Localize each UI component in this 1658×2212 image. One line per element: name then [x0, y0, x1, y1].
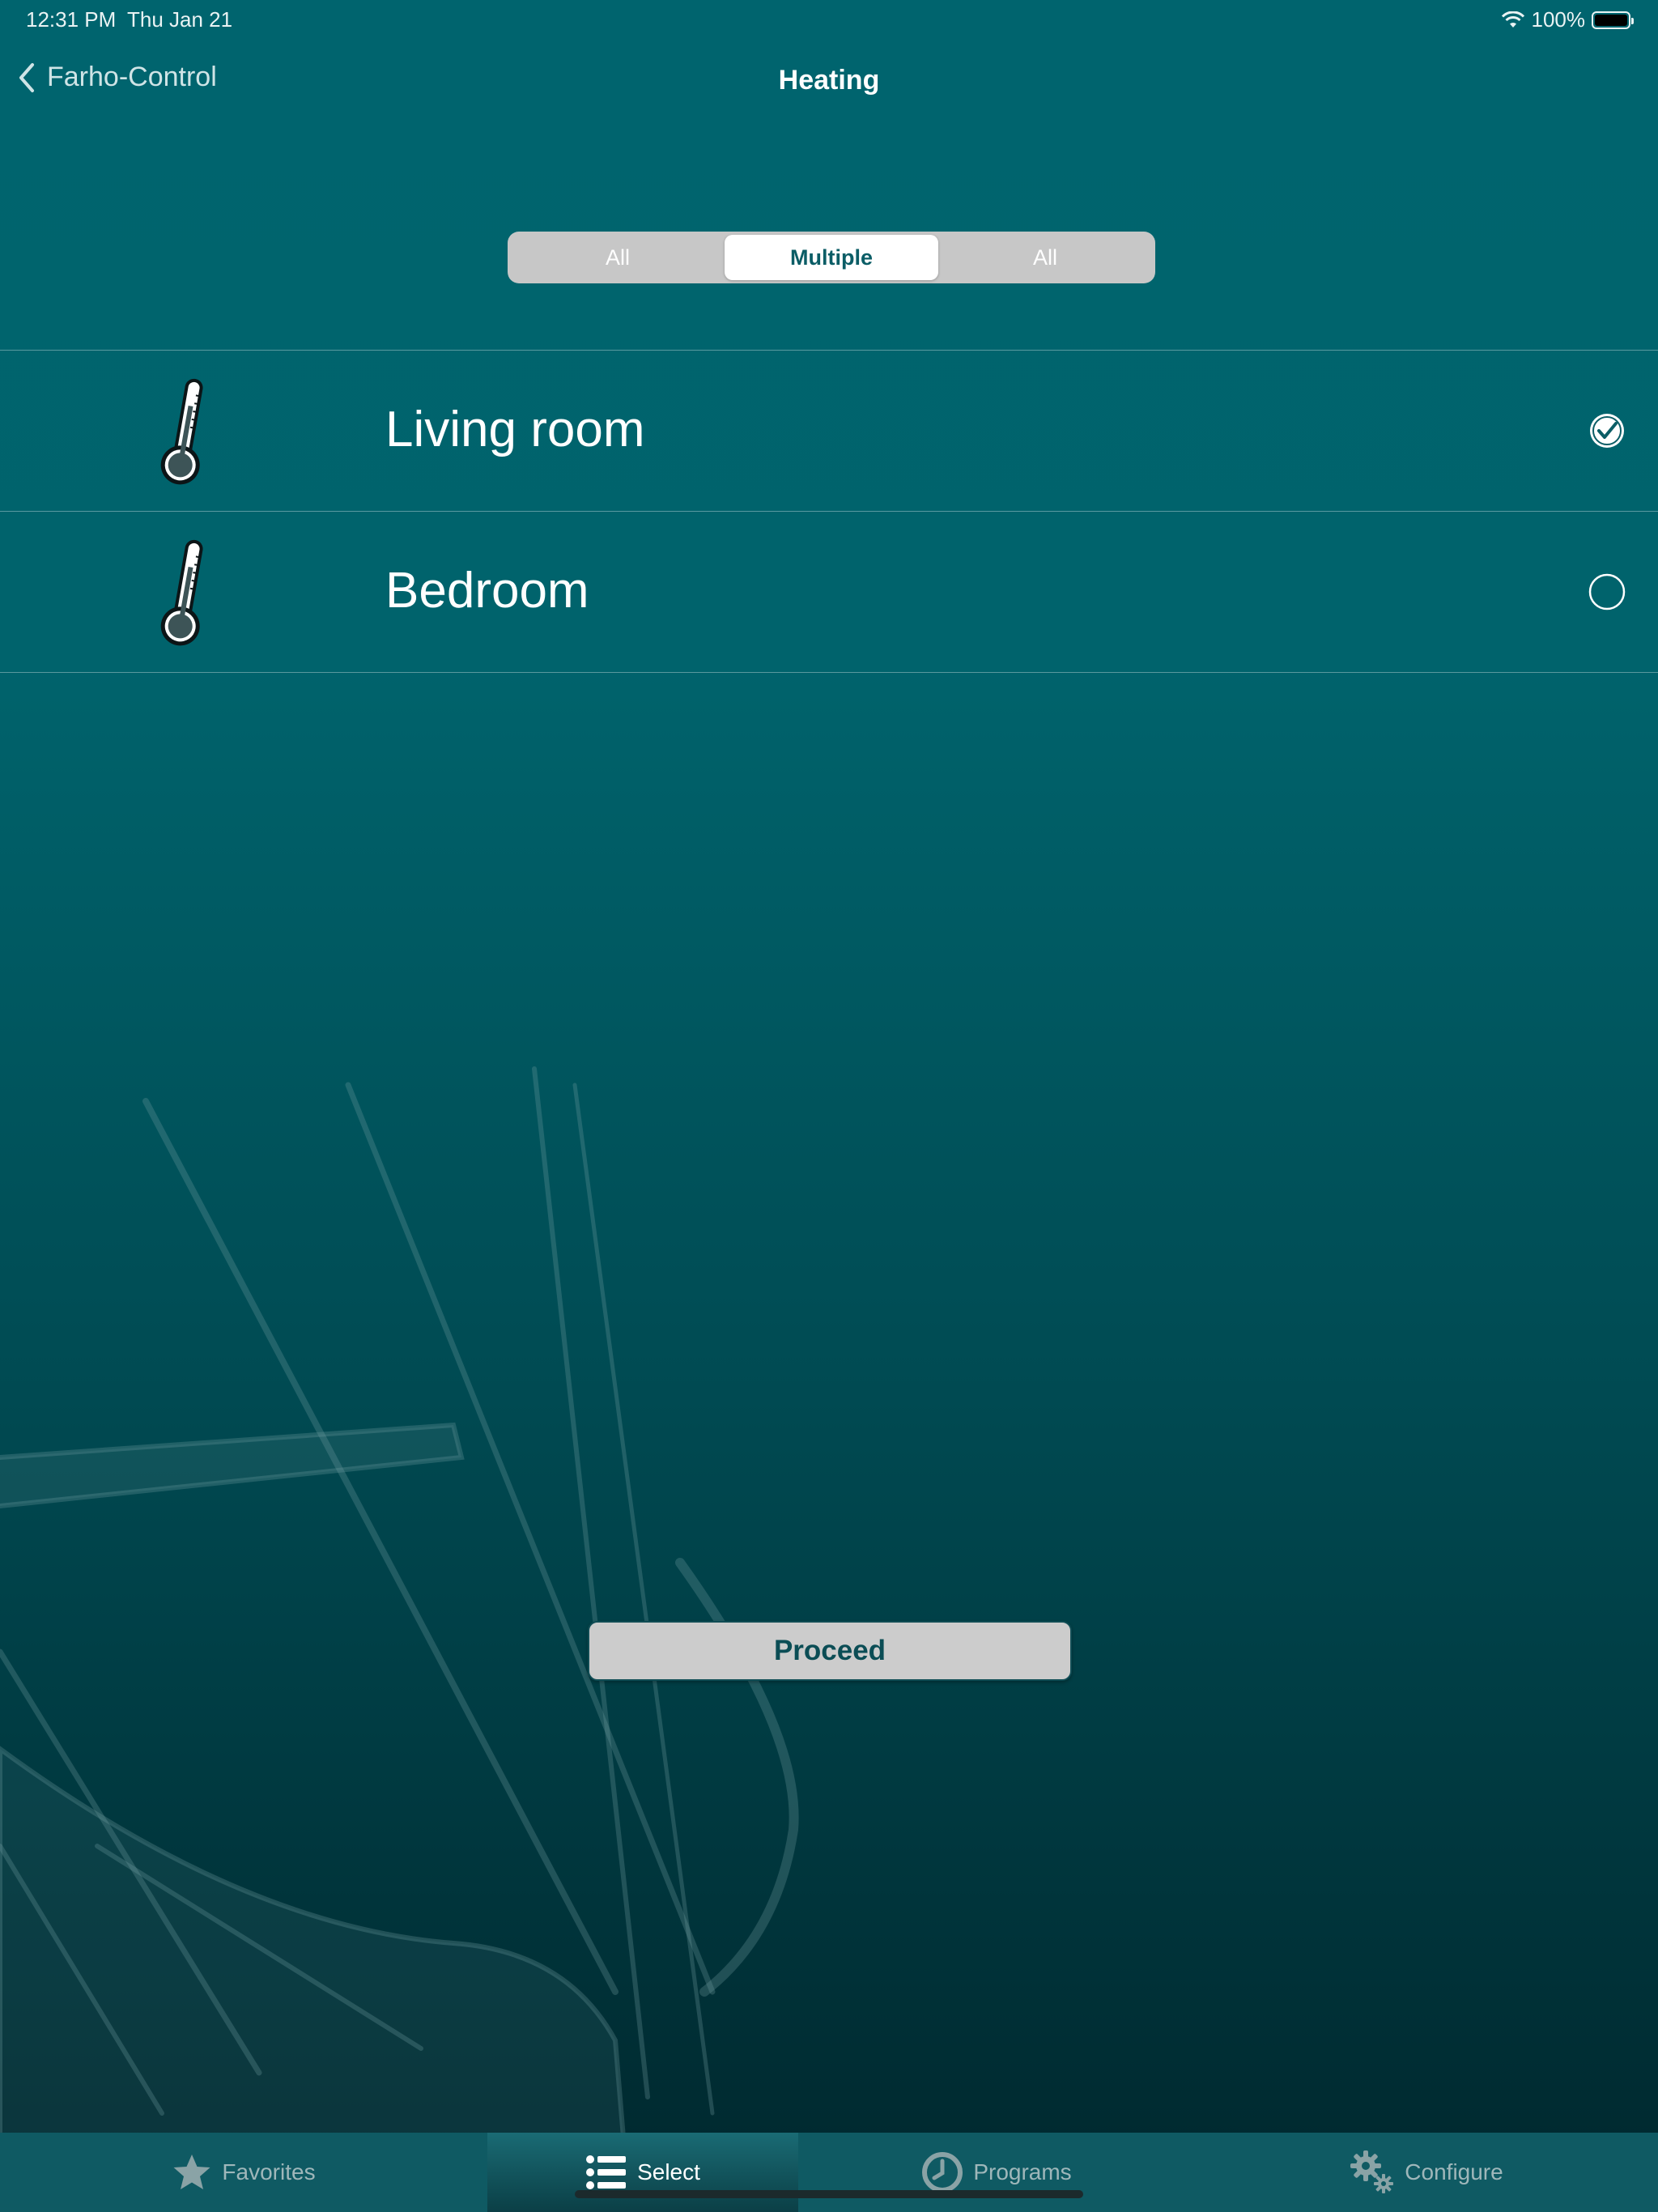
thermometer-icon [160, 378, 203, 485]
status-date: Thu Jan 21 [127, 7, 233, 32]
segment-all-right[interactable]: All [938, 235, 1152, 280]
room-row-bedroom[interactable]: Bedroom [0, 512, 1658, 673]
checkmark-circle-icon[interactable] [1588, 412, 1626, 449]
status-indicators: 100% [1501, 7, 1634, 32]
home-indicator [575, 2190, 1083, 2198]
segment-all-left[interactable]: All [511, 235, 725, 280]
tab-bar: Favorites Select Programs Configure [0, 2133, 1658, 2212]
page-title: Heating [778, 65, 880, 96]
thermometer-icon [160, 539, 203, 646]
battery-percentage: 100% [1531, 7, 1586, 32]
tab-favorites[interactable]: Favorites [0, 2133, 487, 2212]
battery-icon [1592, 11, 1634, 29]
room-list: Living room Bedroom [0, 350, 1658, 673]
clock-icon [922, 2152, 963, 2193]
tab-configure[interactable]: Configure [1195, 2133, 1658, 2212]
wifi-icon [1501, 11, 1524, 28]
room-name: Living room [385, 402, 645, 457]
tab-label: Favorites [222, 2159, 316, 2184]
tab-select[interactable]: Select [487, 2133, 798, 2212]
gear-icon [1350, 2150, 1394, 2193]
status-bar: 12:31 PM Thu Jan 21 100% [0, 0, 1658, 39]
tab-label: Programs [973, 2159, 1072, 2184]
selection-mode-control: All Multiple All [508, 232, 1155, 283]
list-icon [586, 2155, 627, 2189]
background-decoration [0, 1066, 799, 2138]
tab-programs[interactable]: Programs [798, 2133, 1195, 2212]
empty-circle-icon[interactable] [1588, 573, 1626, 610]
segment-multiple[interactable]: Multiple [725, 235, 938, 280]
proceed-button[interactable]: Proceed [588, 1621, 1072, 1681]
star-icon [173, 2155, 210, 2189]
room-row-living-room[interactable]: Living room [0, 351, 1658, 512]
tab-label: Select [637, 2159, 700, 2184]
status-time: 12:31 PM [26, 7, 117, 32]
room-name: Bedroom [385, 563, 589, 619]
tab-label: Configure [1405, 2159, 1503, 2184]
